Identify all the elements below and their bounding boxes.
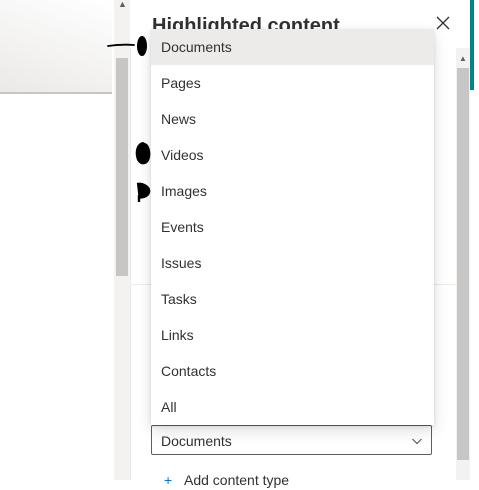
option-pages[interactable]: Pages: [151, 65, 434, 101]
plus-icon: +: [164, 472, 173, 488]
scroll-up-arrow-icon[interactable]: ▲: [118, 0, 127, 9]
content-type-dropdown-list: Documents Pages News Videos Images Event…: [151, 29, 434, 425]
webpart-preview[interactable]: [0, 0, 112, 94]
add-content-type-button[interactable]: + Add content type: [164, 470, 289, 490]
close-icon-glyph: [436, 16, 450, 30]
dropdown-selected-value: Documents: [161, 433, 232, 449]
option-all[interactable]: All: [151, 389, 434, 425]
pane-scroll-thumb[interactable]: [457, 68, 469, 460]
scroll-up-arrow-icon[interactable]: ▲: [456, 54, 470, 64]
option-videos[interactable]: Videos: [151, 137, 434, 173]
accent-bar: [470, 0, 474, 90]
option-tasks[interactable]: Tasks: [151, 281, 434, 317]
close-icon[interactable]: [433, 14, 453, 34]
option-documents[interactable]: Documents: [151, 29, 434, 65]
option-news[interactable]: News: [151, 101, 434, 137]
scribble-arrow-mark: [107, 36, 147, 56]
canvas-scroll-thumb[interactable]: [116, 58, 128, 276]
add-content-type-label: Add content type: [184, 472, 290, 488]
option-images[interactable]: Images: [151, 173, 434, 209]
scribble-mark: [135, 142, 151, 165]
content-type-dropdown[interactable]: Documents: [151, 425, 432, 455]
page-canvas: [0, 0, 114, 480]
pane-divider-vertical: [130, 48, 131, 480]
pane-title: Highlighted content: [152, 15, 340, 30]
option-issues[interactable]: Issues: [151, 245, 434, 281]
scribble-mark: [136, 182, 151, 202]
chevron-down-icon: [412, 438, 422, 445]
option-contacts[interactable]: Contacts: [151, 353, 434, 389]
option-links[interactable]: Links: [151, 317, 434, 353]
option-events[interactable]: Events: [151, 209, 434, 245]
